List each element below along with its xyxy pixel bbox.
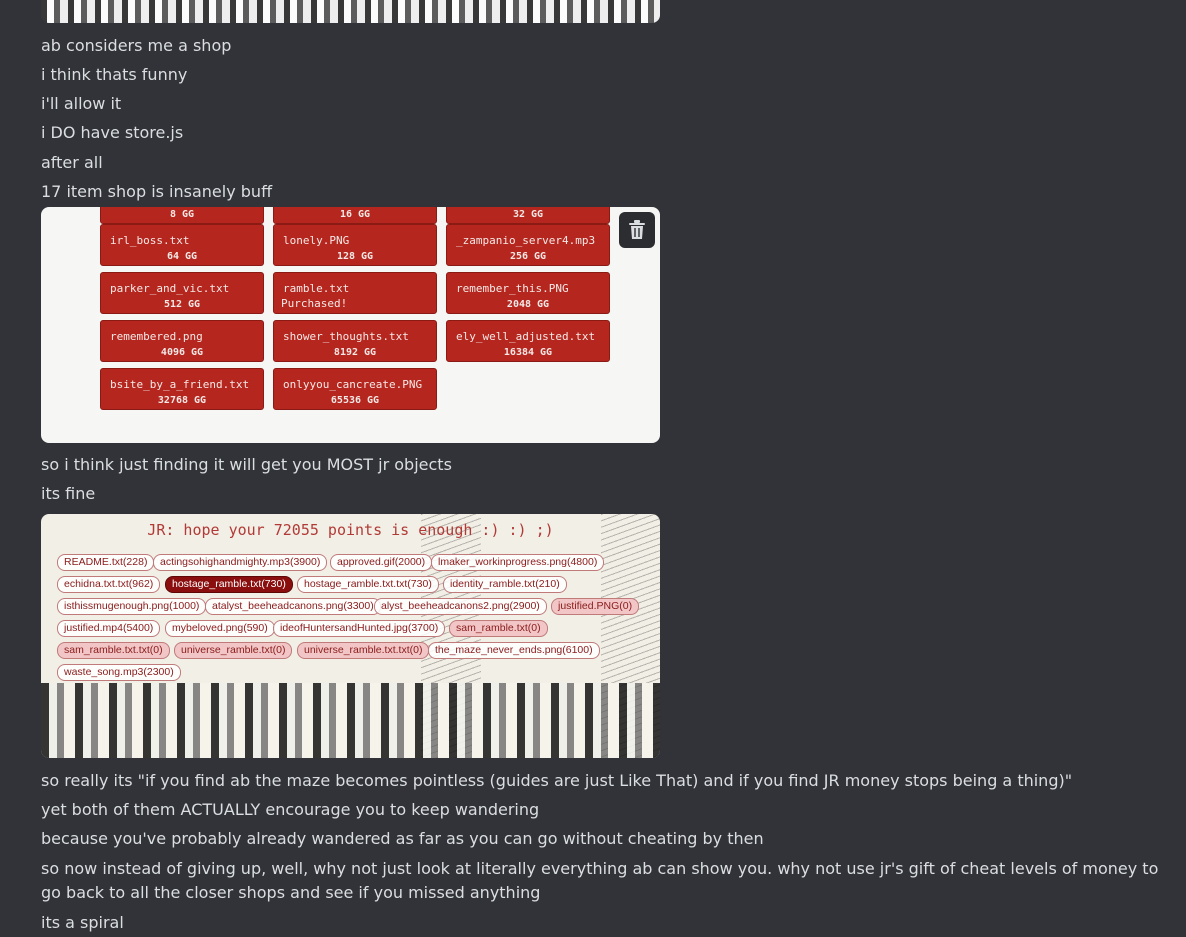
- message: so i think just finding it will get you …: [41, 455, 452, 474]
- file-pill: echidna.txt.txt(962): [57, 576, 161, 593]
- shop-item: remember_this.PNG 2048 GG: [446, 272, 610, 314]
- shop-item: lonely.PNG 128 GG: [273, 224, 437, 266]
- message: after all: [41, 153, 103, 172]
- file-pill: waste_song.mp3(2300): [57, 664, 181, 681]
- shop-item: ely_well_adjusted.txt 16384 GG: [446, 320, 610, 362]
- shop-item: remembered.png 4096 GG: [100, 320, 264, 362]
- shop-item: ramble.txt Purchased!: [273, 272, 437, 314]
- shop-item: _zampanio_server4.mp3 256 GG: [446, 224, 610, 266]
- file-pill: actingsohighandmighty.mp3(3900): [153, 554, 328, 571]
- message: its a spiral: [41, 913, 124, 932]
- file-pill: the_maze_never_ends.png(6100): [428, 642, 600, 659]
- file-pill: justified.mp4(5400): [57, 620, 161, 637]
- chair-art: [41, 683, 660, 758]
- shop-item: 8 GG: [100, 207, 264, 224]
- shop-image-attachment[interactable]: 8 GG 16 GG 32 GG irl_boss.txt 64 GG lonel…: [41, 207, 660, 443]
- delete-attachment-button[interactable]: [619, 212, 655, 248]
- message: i'll allow it: [41, 94, 122, 113]
- message: so really its "if you find ab the maze b…: [41, 771, 1073, 790]
- shop-item: 32 GG: [446, 207, 610, 224]
- shop-item: shower_thoughts.txt 8192 GG: [273, 320, 437, 362]
- trash-icon: [629, 220, 645, 239]
- file-pill: atalyst_beeheadcanons.png(3300): [205, 598, 381, 615]
- file-pill: approved.gif(2000): [330, 554, 433, 571]
- file-pill: README.txt(228): [57, 554, 155, 571]
- file-pill: lmaker_workinprogress.png(4800): [431, 554, 605, 571]
- jr-header: JR: hope your 72055 points is enough :) …: [147, 521, 554, 539]
- file-pill: hostage_ramble.txt.txt(730): [297, 576, 439, 593]
- message: because you've probably already wandered…: [41, 829, 764, 848]
- file-pill: identity_ramble.txt(210): [443, 576, 567, 593]
- shop-item: bsite_by_a_friend.txt 32768 GG: [100, 368, 264, 410]
- file-pill: hostage_ramble.txt(730): [165, 576, 293, 593]
- message: ab considers me a shop: [41, 36, 232, 55]
- shop-item: 16 GG: [273, 207, 437, 224]
- message: so now instead of giving up, well, why n…: [41, 859, 1159, 902]
- file-pill: universe_ramble.txt(0): [174, 642, 293, 659]
- shop-item: irl_boss.txt 64 GG: [100, 224, 264, 266]
- file-pill: universe_ramble.txt.txt(0): [297, 642, 430, 659]
- file-pill: justified.PNG(0): [551, 598, 640, 615]
- file-pill: mybeloved.png(590): [165, 620, 275, 637]
- file-pill: sam_ramble.txt.txt(0): [57, 642, 170, 659]
- file-pill: alyst_beeheadcanons2.png(2900): [374, 598, 547, 615]
- image-attachment-top[interactable]: [41, 0, 660, 23]
- message: its fine: [41, 484, 96, 503]
- file-pill: ideofHuntersandHunted.jpg(3700): [273, 620, 446, 637]
- file-pill: isthissmugenough.png(1000): [57, 598, 207, 615]
- shop-item: onlyyou_cancreate.PNG 65536 GG: [273, 368, 437, 410]
- file-pill: sam_ramble.txt(0): [449, 620, 548, 637]
- message: i DO have store.js: [41, 123, 184, 142]
- message: i think thats funny: [41, 65, 188, 84]
- shop-item: parker_and_vic.txt 512 GG: [100, 272, 264, 314]
- message: 17 item shop is insanely buff: [41, 182, 273, 201]
- jr-image-attachment[interactable]: JR: hope your 72055 points is enough :) …: [41, 514, 660, 758]
- message: yet both of them ACTUALLY encourage you …: [41, 800, 540, 819]
